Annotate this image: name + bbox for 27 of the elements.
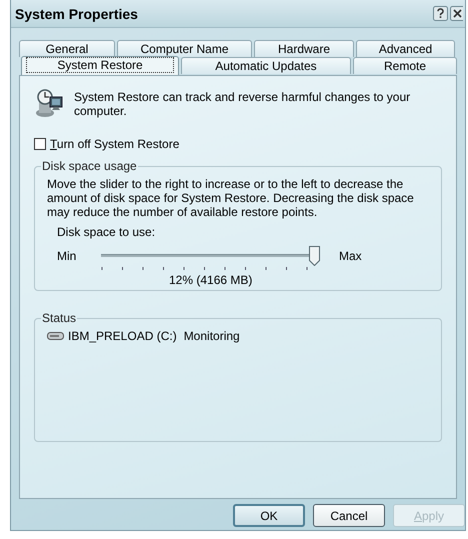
- drive-icon: [47, 332, 64, 340]
- checkbox-label[interactable]: Turn off System Restore: [50, 137, 180, 151]
- window-title: System Properties: [15, 6, 138, 22]
- checkbox[interactable]: [34, 138, 46, 150]
- tab[interactable]: Hardware: [254, 40, 354, 57]
- drive-status: Monitoring: [184, 329, 240, 343]
- drive-name: IBM_PRELOAD (C:): [68, 329, 177, 343]
- disk-space-reading: 12% (4166 MB): [169, 273, 252, 287]
- max-label: Max: [339, 249, 362, 263]
- restore-computer-icon: [34, 88, 64, 118]
- tab[interactable]: Advanced: [356, 40, 455, 57]
- min-label: Min: [57, 249, 78, 263]
- tab[interactable]: Computer Name: [117, 40, 252, 57]
- tab[interactable]: Remote: [353, 57, 457, 74]
- group-legend: Status: [41, 311, 78, 325]
- group-legend: Disk space usage: [41, 159, 138, 173]
- description-text: Move the slider to the right to increase or to the left to decrease the amount of disk space for System Restore. Decreasing the disk space may reduce the number of available restore points.: [47, 177, 415, 219]
- tab[interactable]: Automatic Updates: [181, 57, 351, 74]
- slider-thumb[interactable]: [309, 246, 320, 266]
- tab[interactable]: System Restore: [21, 56, 179, 75]
- slider-label: Disk space to use:: [57, 225, 156, 239]
- dialog-button[interactable]: OK: [233, 504, 305, 527]
- close-icon[interactable]: [450, 6, 463, 21]
- tab[interactable]: General: [19, 40, 115, 57]
- dialog-button[interactable]: Cancel: [313, 504, 385, 527]
- intro-text: System Restore can track and reverse harmful changes to your computer.: [74, 90, 412, 118]
- help-icon[interactable]: [433, 6, 448, 21]
